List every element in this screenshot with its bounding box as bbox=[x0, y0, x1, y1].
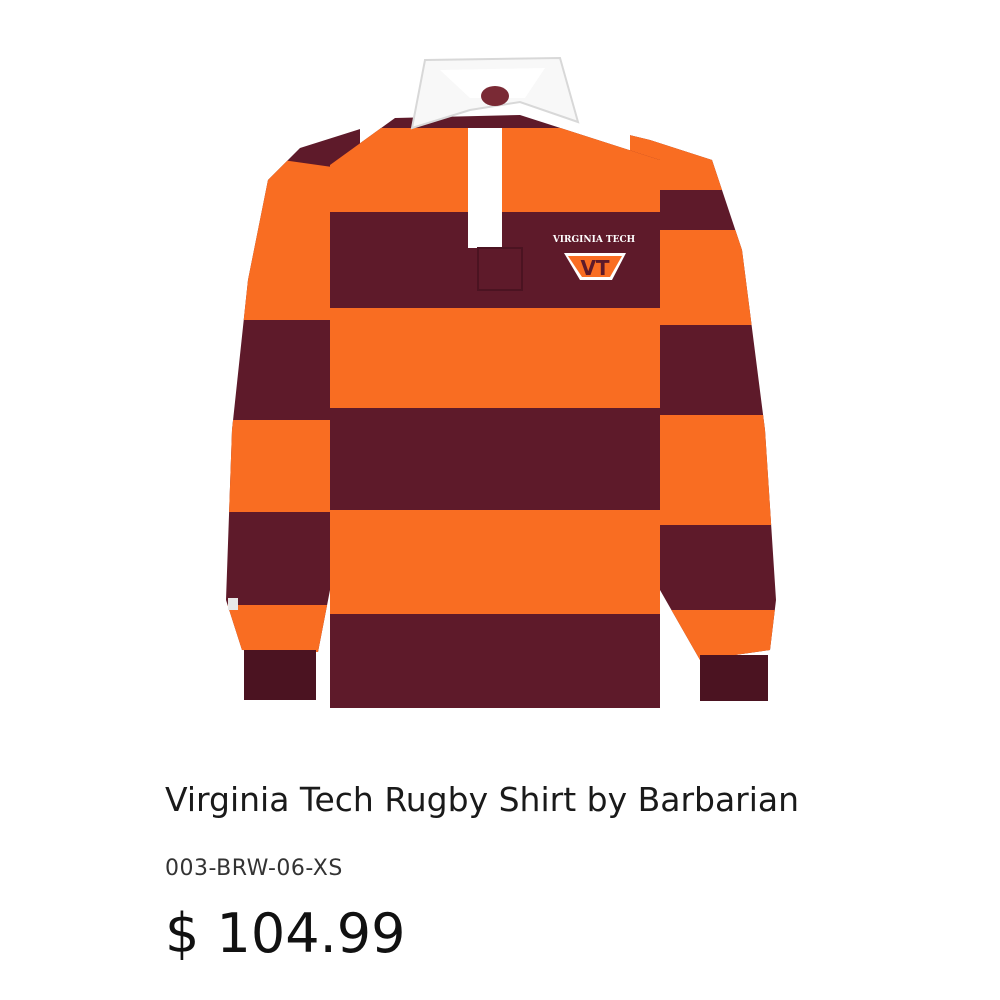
product-page: VIRGINIA TECH VT Virginia Tech Rugby Shi… bbox=[0, 0, 1000, 1000]
right-cuff bbox=[700, 655, 768, 701]
product-price: $ 104.99 bbox=[165, 902, 406, 965]
product-sku: 003-BRW-06-XS bbox=[165, 856, 343, 881]
placket bbox=[468, 128, 502, 248]
svg-text:VIRGINIA TECH: VIRGINIA TECH bbox=[552, 235, 636, 245]
left-cuff bbox=[244, 650, 316, 700]
rugby-shirt-illustration: VIRGINIA TECH VT bbox=[226, 56, 776, 708]
product-title[interactable]: Virginia Tech Rugby Shirt by Barbarian bbox=[165, 780, 799, 819]
svg-text:VT: VT bbox=[580, 256, 609, 280]
product-image[interactable]: VIRGINIA TECH VT bbox=[0, 0, 1000, 740]
